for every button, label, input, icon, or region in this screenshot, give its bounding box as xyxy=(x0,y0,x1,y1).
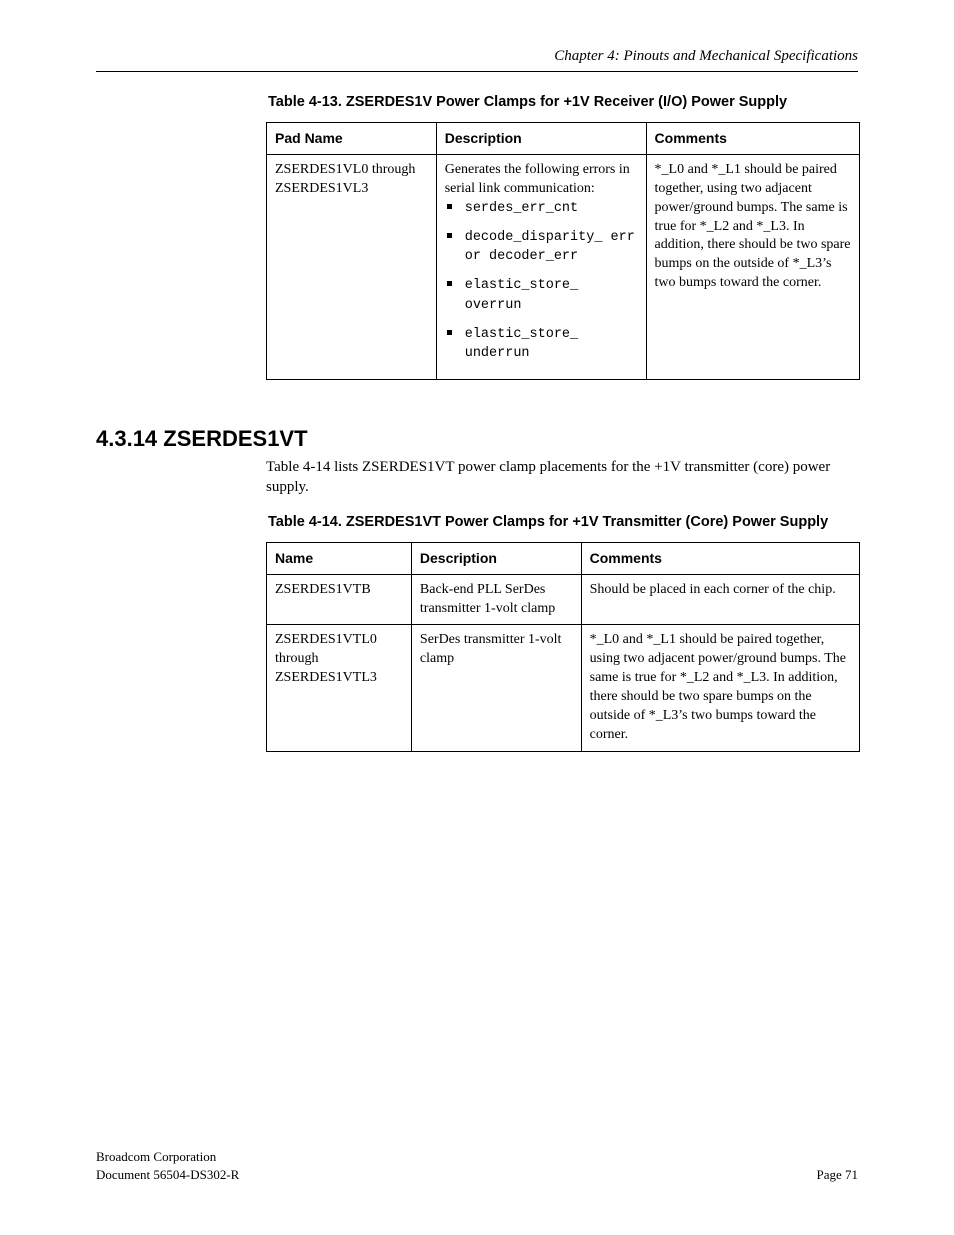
list-item: decode_disparity_ err or decoder_err xyxy=(461,228,638,276)
col-header-description: Description xyxy=(436,123,646,155)
error-code: elastic_store_ overrun xyxy=(465,278,578,312)
table-4-13-caption: Table 4-13. ZSERDES1V Power Clamps for +… xyxy=(268,94,858,110)
footer-page-number: Page 71 xyxy=(816,1167,858,1183)
cell-name: ZSERDES1VTL0 through ZSERDES1VTL3 xyxy=(267,625,412,751)
list-item: elastic_store_ underrun xyxy=(461,325,638,373)
footer-company: Broadcom Corporation xyxy=(96,1149,216,1165)
list-item: elastic_store_ overrun xyxy=(461,276,638,324)
table-row: ZSERDES1VTB Back-end PLL SerDes transmit… xyxy=(267,574,860,625)
cell-name: ZSERDES1VTB xyxy=(267,574,412,625)
section-heading-zserdes1vt: 4.3.14 ZSERDES1VT xyxy=(96,426,858,452)
cell-pad-name: ZSERDES1VL0 through ZSERDES1VL3 xyxy=(267,154,437,379)
table-row: ZSERDES1VL0 through ZSERDES1VL3 Generate… xyxy=(267,154,860,379)
err-intro: Generates the following errors in serial… xyxy=(445,162,630,196)
col-header-comments: Comments xyxy=(646,123,859,155)
table-4-14: Name Description Comments ZSERDES1VTB Ba… xyxy=(266,542,860,752)
table-4-13: Pad Name Description Comments ZSERDES1VL… xyxy=(266,122,860,380)
cell-comments: *_L0 and *_L1 should be paired together,… xyxy=(581,625,859,751)
list-item: serdes_err_cnt xyxy=(461,199,638,228)
cell-description: Generates the following errors in serial… xyxy=(436,154,646,379)
error-list: serdes_err_cnt decode_disparity_ err or … xyxy=(445,199,638,374)
col-header-comments: Comments xyxy=(581,542,859,574)
footer-doc-id: Document 56504-DS302-R xyxy=(96,1167,239,1183)
content-column-2: Table 4-14 lists ZSERDES1VT power clamp … xyxy=(266,458,858,752)
error-code: elastic_store_ underrun xyxy=(465,327,578,361)
table-row: Name Description Comments xyxy=(267,542,860,574)
section-blurb: Table 4-14 lists ZSERDES1VT power clamp … xyxy=(266,458,858,498)
col-header-name: Name xyxy=(267,542,412,574)
content-column: Table 4-13. ZSERDES1V Power Clamps for +… xyxy=(266,94,858,380)
table-4-14-caption: Table 4-14. ZSERDES1VT Power Clamps for … xyxy=(268,514,858,530)
col-header-pad-name: Pad Name xyxy=(267,123,437,155)
table-row: Pad Name Description Comments xyxy=(267,123,860,155)
cell-description: SerDes transmitter 1-volt clamp xyxy=(411,625,581,751)
error-code: serdes_err_cnt xyxy=(465,201,578,216)
running-header: Chapter 4: Pinouts and Mechanical Specif… xyxy=(96,48,858,65)
error-code: decode_disparity_ err or decoder_err xyxy=(465,230,635,264)
cell-comments: Should be placed in each corner of the c… xyxy=(581,574,859,625)
cell-description: Back-end PLL SerDes transmitter 1-volt c… xyxy=(411,574,581,625)
col-header-description: Description xyxy=(411,542,581,574)
page: Chapter 4: Pinouts and Mechanical Specif… xyxy=(0,0,954,1235)
header-rule xyxy=(96,71,858,72)
table-row: ZSERDES1VTL0 through ZSERDES1VTL3 SerDes… xyxy=(267,625,860,751)
cell-comments: *_L0 and *_L1 should be paired together,… xyxy=(646,154,859,379)
